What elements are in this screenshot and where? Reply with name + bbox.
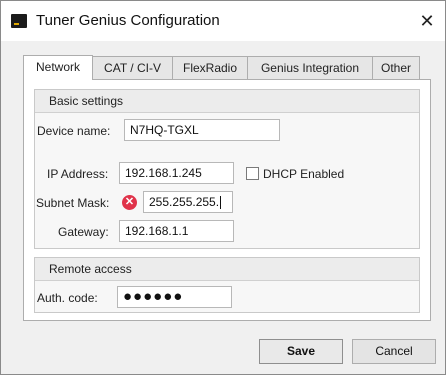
text-caret: [220, 196, 222, 210]
app-icon: [11, 14, 27, 28]
auth-code-label: Auth. code:: [37, 291, 98, 305]
tab-flexradio[interactable]: FlexRadio: [172, 56, 248, 79]
cancel-button[interactable]: Cancel: [352, 339, 436, 364]
tab-cat-civ[interactable]: CAT / CI-V: [92, 56, 173, 79]
window-title: Tuner Genius Configuration: [36, 12, 220, 29]
tab-genius-integration[interactable]: Genius Integration: [247, 56, 373, 79]
close-icon[interactable]: ✕: [411, 7, 443, 35]
device-name-field[interactable]: N7HQ-TGXL: [124, 119, 280, 141]
dhcp-checkbox[interactable]: [246, 167, 259, 180]
error-x-icon: ✕: [122, 195, 137, 210]
save-button[interactable]: Save: [259, 339, 343, 364]
gateway-label: Gateway:: [58, 225, 109, 239]
gateway-field[interactable]: 192.168.1.1: [119, 220, 234, 242]
dhcp-label: DHCP Enabled: [263, 167, 345, 181]
tab-network[interactable]: Network: [23, 55, 93, 80]
ip-address-label: IP Address:: [47, 167, 109, 181]
basic-settings-header: Basic settings: [35, 90, 419, 113]
remote-access-group: Remote access Auth. code: ●●●●●●: [34, 257, 420, 313]
basic-settings-group: Basic settings Device name: N7HQ-TGXL IP…: [34, 89, 420, 249]
remote-access-header: Remote access: [35, 258, 419, 281]
config-window: Tuner Genius Configuration ✕ Network CAT…: [0, 0, 446, 375]
subnet-mask-field[interactable]: 255.255.255.: [143, 191, 233, 213]
subnet-mask-value: 255.255.255.: [149, 195, 220, 209]
ip-address-field[interactable]: 192.168.1.245: [119, 162, 234, 184]
tab-other[interactable]: Other: [372, 56, 420, 79]
subnet-mask-label: Subnet Mask:: [36, 196, 110, 210]
auth-code-field[interactable]: ●●●●●●: [117, 286, 232, 308]
title-bar[interactable]: Tuner Genius Configuration ✕: [1, 1, 445, 41]
network-panel: Basic settings Device name: N7HQ-TGXL IP…: [23, 79, 431, 321]
device-name-label: Device name:: [37, 124, 111, 138]
